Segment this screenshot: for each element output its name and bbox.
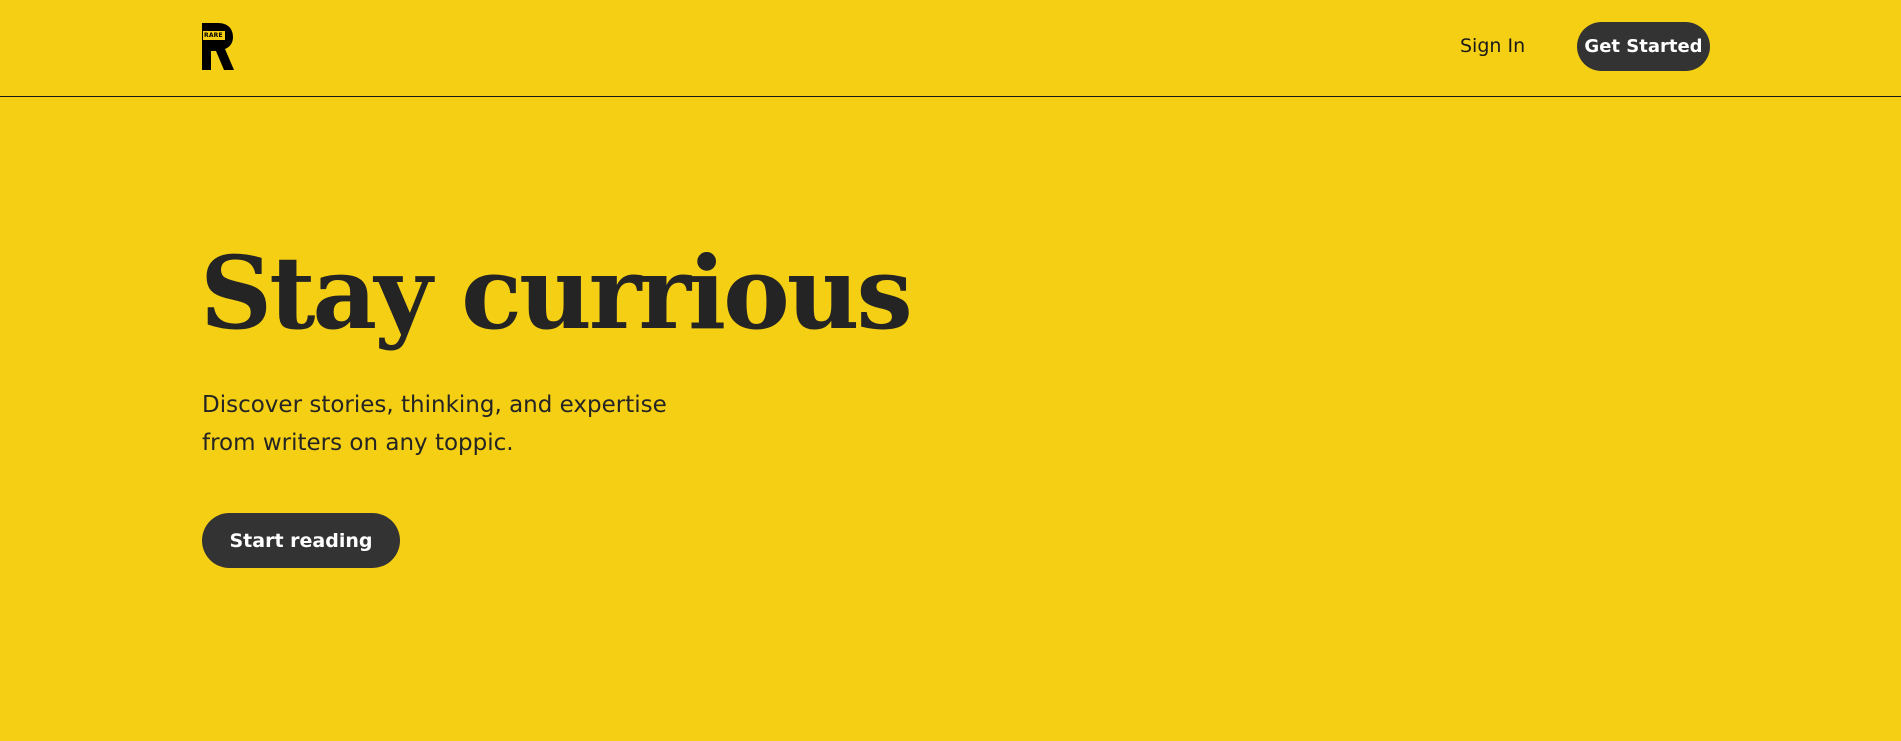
- start-reading-button[interactable]: Start reading: [202, 513, 400, 568]
- hero-title: Stay currious: [200, 234, 913, 352]
- get-started-button[interactable]: Get Started: [1577, 22, 1710, 71]
- top-nav: RARE Sign In Get Started: [0, 0, 1901, 97]
- r-logo-icon[interactable]: RARE: [202, 23, 234, 70]
- logo-shape: [202, 23, 234, 70]
- hero-subtitle: Discover stories, thinking, and expertis…: [202, 386, 722, 462]
- hero-subtitle-line1: Discover stories, thinking, and expertis…: [202, 392, 667, 418]
- landing-page: RARE Sign In Get Started Stay currious D…: [0, 0, 1901, 741]
- hero-subtitle-line2: from writers on any toppic.: [202, 430, 514, 456]
- sign-in-link[interactable]: Sign In: [1460, 34, 1525, 58]
- logo-label: RARE: [204, 32, 223, 39]
